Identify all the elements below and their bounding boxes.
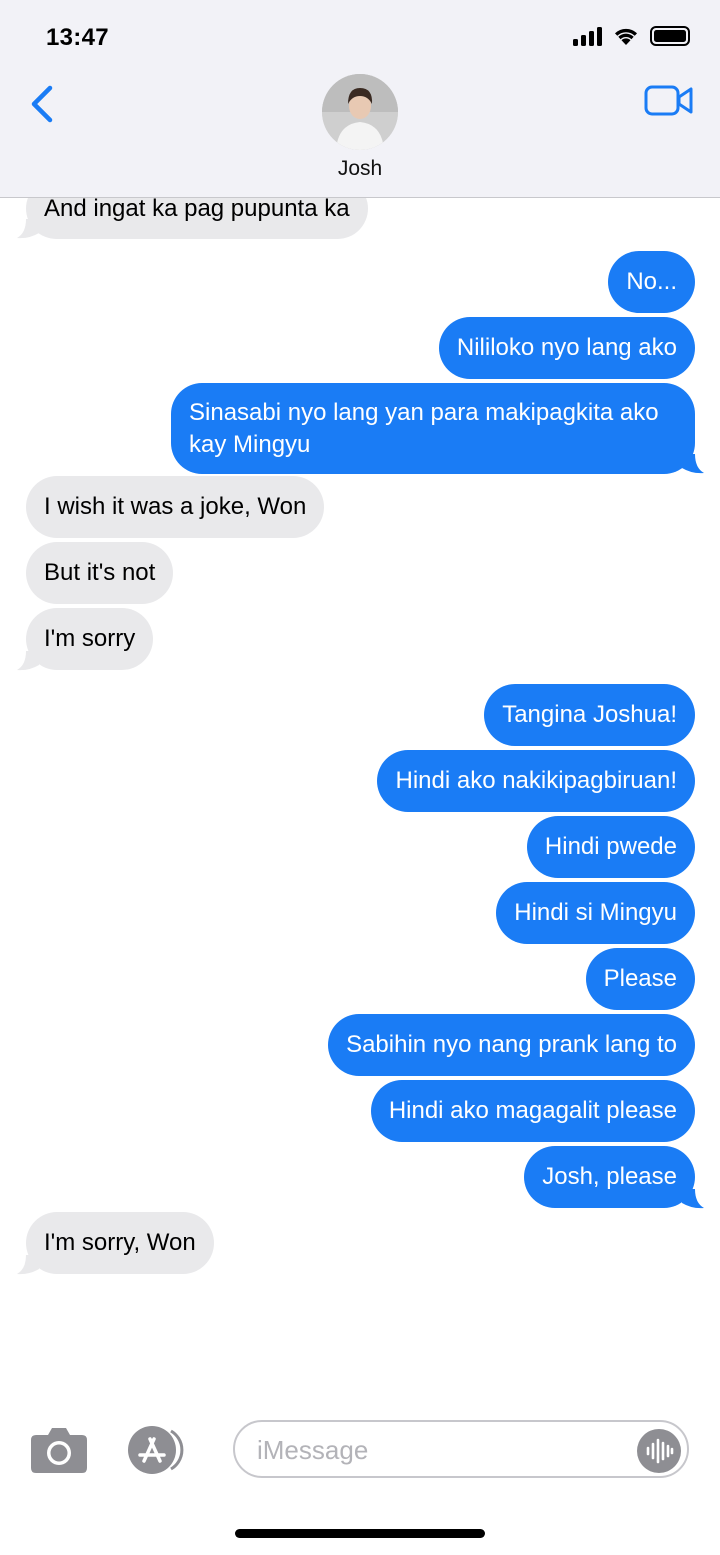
- video-call-button[interactable]: [644, 82, 694, 120]
- message-text: Hindi ako magagalit please: [388, 1097, 677, 1124]
- message-input-placeholder: iMessage: [257, 1435, 369, 1465]
- outgoing-message-bubble[interactable]: Please: [585, 948, 695, 1010]
- conversation-header: 13:47 Josh: [0, 0, 720, 198]
- message-text: I'm sorry: [44, 625, 136, 652]
- outgoing-message-bubble[interactable]: Sabihin nyo nang prank lang to: [328, 1014, 695, 1076]
- app-store-button[interactable]: [126, 1425, 194, 1475]
- video-camera-icon: [644, 85, 693, 116]
- status-time: 13:47: [46, 24, 109, 51]
- incoming-message-bubble[interactable]: I wish it was a joke, Won: [26, 476, 325, 538]
- outgoing-message-bubble[interactable]: Sinasabi nyo lang yan para makipagkita a…: [171, 383, 695, 474]
- audio-waveform-icon: [646, 1438, 674, 1464]
- outgoing-message-bubble[interactable]: Hindi pwede: [526, 816, 695, 878]
- message-text: Tangina Joshua!: [502, 701, 677, 728]
- message-text: Please: [603, 965, 677, 992]
- message-text: Sinasabi nyo lang yan para makipagkita a…: [189, 399, 659, 458]
- contact-name[interactable]: Josh: [0, 157, 720, 181]
- message-text: No...: [626, 268, 677, 295]
- contact-avatar[interactable]: [322, 74, 398, 150]
- outgoing-message-bubble[interactable]: Hindi ako magagalit please: [370, 1080, 695, 1142]
- incoming-message-bubble[interactable]: I'm sorry: [26, 608, 154, 670]
- outgoing-message-bubble[interactable]: Nililoko nyo lang ako: [438, 317, 695, 379]
- incoming-message-bubble[interactable]: I'm sorry, Won: [26, 1212, 214, 1274]
- bubble-tail: [682, 454, 704, 474]
- outgoing-message-bubble[interactable]: No...: [608, 251, 695, 313]
- bubble-tail: [17, 651, 39, 671]
- message-text: Hindi pwede: [544, 833, 677, 860]
- wifi-icon: [615, 28, 637, 45]
- camera-icon: [31, 1428, 87, 1473]
- back-button[interactable]: [22, 82, 66, 126]
- cellular-signal-icon: [573, 26, 602, 46]
- bubble-tail: [682, 1189, 704, 1209]
- message-text: Hindi ako nakikipagbiruan!: [395, 767, 677, 794]
- battery-icon: [650, 26, 690, 46]
- audio-message-button[interactable]: [637, 1429, 681, 1473]
- message-text: But it's not: [44, 559, 156, 586]
- outgoing-message-bubble[interactable]: Hindi si Mingyu: [496, 882, 695, 944]
- chevron-left-icon: [31, 85, 53, 123]
- message-text: I wish it was a joke, Won: [44, 493, 307, 520]
- camera-button[interactable]: [30, 1425, 88, 1475]
- home-indicator[interactable]: [235, 1529, 485, 1538]
- message-text: Josh, please: [542, 1163, 677, 1190]
- bubble-tail: [17, 219, 39, 239]
- message-input[interactable]: iMessage: [233, 1420, 689, 1478]
- message-text: Hindi si Mingyu: [514, 899, 677, 926]
- message-text: And ingat ka pag pupunta ka: [44, 195, 350, 222]
- outgoing-message-bubble[interactable]: Josh, please: [524, 1146, 695, 1208]
- message-text: Nililoko nyo lang ako: [456, 334, 677, 361]
- incoming-message-bubble[interactable]: But it's not: [26, 542, 174, 604]
- outgoing-message-bubble[interactable]: Hindi ako nakikipagbiruan!: [377, 750, 695, 812]
- bubble-tail: [17, 1255, 39, 1275]
- outgoing-message-bubble[interactable]: Tangina Joshua!: [484, 684, 695, 746]
- app-store-icon: [128, 1426, 184, 1474]
- message-text: I'm sorry, Won: [44, 1229, 196, 1256]
- status-icons: [573, 26, 690, 46]
- message-text: Sabihin nyo nang prank lang to: [346, 1031, 677, 1058]
- avatar-photo: [322, 74, 398, 150]
